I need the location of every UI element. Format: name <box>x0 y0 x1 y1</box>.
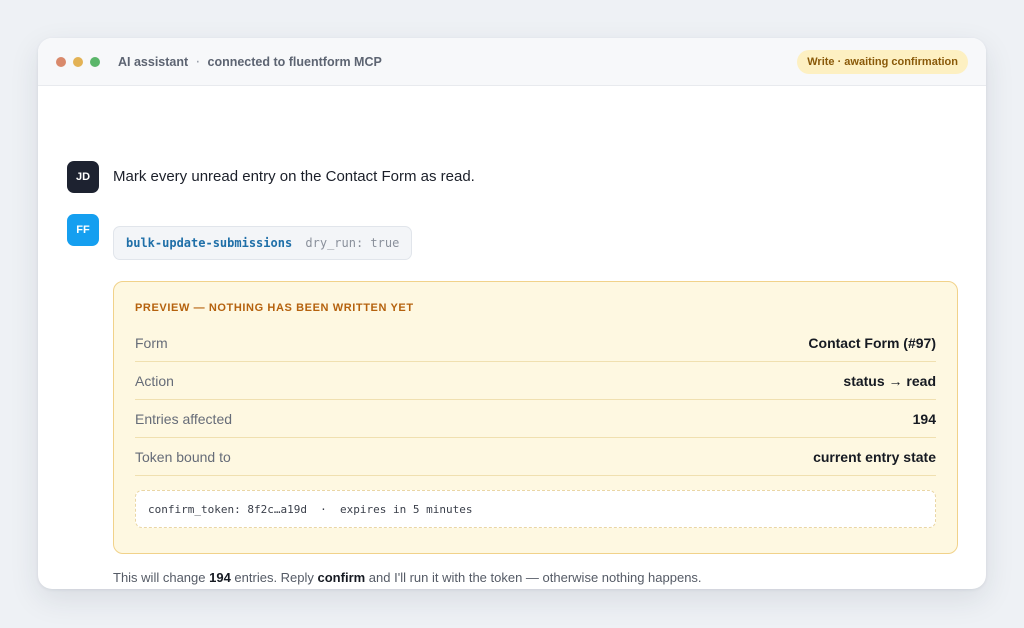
row-label: Token bound to <box>135 448 231 465</box>
row-value: 194 <box>912 410 936 427</box>
footer-keyword: confirm <box>317 570 366 585</box>
window-controls <box>56 56 100 67</box>
title-separator: · <box>195 52 201 70</box>
minimize-window-dot[interactable] <box>73 56 83 67</box>
row-label: Entries affected <box>135 410 233 427</box>
tool-args: dry_run: true <box>305 236 400 250</box>
tool-call-chip[interactable]: bulk-update-submissions dry_run: true <box>113 226 413 260</box>
chat-window: AI assistant · connected to fluentform M… <box>38 38 986 589</box>
row-value: current entry state <box>813 448 936 465</box>
preview-row-entries: Entries affected 194 <box>135 400 936 438</box>
preview-title: PREVIEW — NOTHING HAS BEEN WRITTEN YET <box>135 302 414 314</box>
tool-name: bulk-update-submissions <box>126 236 293 250</box>
footer-text: entries. Reply <box>230 570 318 585</box>
confirm-token: confirm_token: 8f2c…a19d · expires in 5 … <box>148 502 473 516</box>
maximize-window-dot[interactable] <box>90 56 100 67</box>
confirm-token-box: confirm_token: 8f2c…a19d · expires in 5 … <box>135 490 936 528</box>
preview-card: PREVIEW — NOTHING HAS BEEN WRITTEN YET F… <box>113 281 958 554</box>
app-title: AI assistant <box>118 54 189 69</box>
title-bar: AI assistant · connected to fluentform M… <box>38 38 986 86</box>
preview-row-token-binding: Token bound to current entry state <box>135 438 936 476</box>
status-badge: Write · awaiting confirmation <box>797 49 968 74</box>
assistant-initials: FF <box>76 224 90 236</box>
assistant-footer-message: This will change 194 entries. Reply conf… <box>113 570 702 585</box>
footer-count: 194 <box>209 570 231 585</box>
user-message: Mark every unread entry on the Contact F… <box>113 168 475 185</box>
row-label: Action <box>135 372 174 389</box>
assistant-avatar: FF <box>67 214 99 246</box>
footer-text: and I'll run it with the token — otherwi… <box>365 570 702 585</box>
user-avatar: JD <box>67 161 99 193</box>
close-window-dot[interactable] <box>56 56 66 67</box>
row-value: status → read <box>843 372 936 389</box>
row-value: Contact Form (#97) <box>808 334 936 351</box>
preview-row-form: Form Contact Form (#97) <box>135 324 936 362</box>
footer-text: This will change <box>113 570 210 585</box>
preview-row-action: Action status → read <box>135 362 936 400</box>
user-initials: JD <box>75 171 91 183</box>
connection-status: connected to fluentform MCP <box>207 54 382 69</box>
row-label: Form <box>135 334 168 351</box>
